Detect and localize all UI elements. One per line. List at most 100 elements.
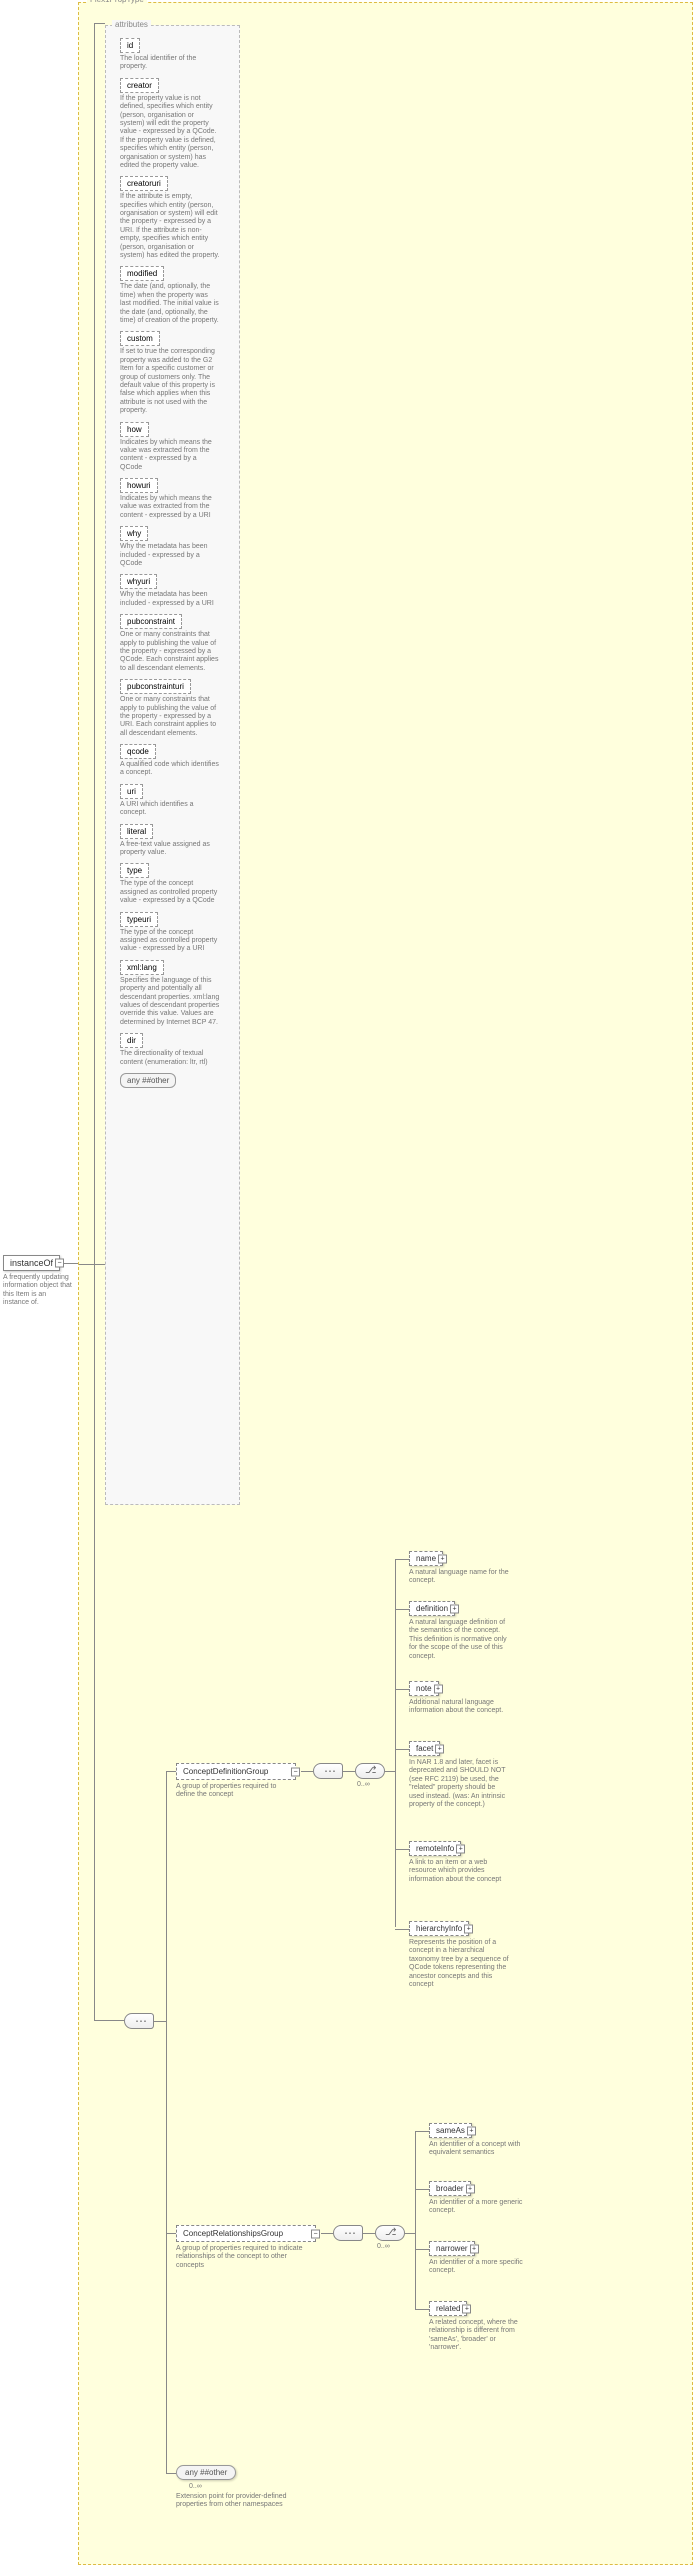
attribute-box[interactable]: dir — [120, 1033, 143, 1048]
expand-icon[interactable]: + — [462, 2304, 471, 2313]
type-container: Flex1PropType attributes idThe local ide… — [78, 2, 693, 2565]
element-description: A related concept, where the relationshi… — [429, 2319, 529, 2353]
element-description: An identifier of a more specific concept… — [429, 2259, 529, 2276]
attribute-type: type The type of the concept assigned as … — [120, 863, 231, 905]
expand-icon[interactable]: + — [456, 1844, 465, 1853]
attribute-modified: modified The date (and, optionally, the t… — [120, 266, 231, 325]
group-label: ConceptRelationshipsGroup — [183, 2229, 283, 2238]
attribute-box[interactable]: creatoruri — [120, 176, 168, 191]
attribute-literal: literal A free-text value assigned as pro… — [120, 824, 231, 858]
element-hierarchyInfo[interactable]: hierarchyInfo+ — [409, 1921, 469, 1936]
any-other-attribute[interactable]: any ##other — [120, 1073, 176, 1088]
attribute-pubconstraint: pubconstraintOne or many constraints tha… — [120, 614, 231, 673]
attribute-box[interactable]: qcode — [120, 744, 156, 759]
attribute-box[interactable]: custom — [120, 331, 160, 346]
element-description: A natural language name for the concept. — [409, 1569, 509, 1586]
group-label: ConceptDefinitionGroup — [183, 1767, 268, 1776]
attribute-box[interactable]: typeuri — [120, 912, 158, 927]
element-name[interactable]: name+ — [409, 1551, 443, 1566]
attribute-howuri: howuri Indicates by which means the value… — [120, 478, 231, 520]
attribute-xmllang: xml:lang Specifies the language of this p… — [120, 960, 231, 1027]
attribute-description: Indicates by which means the value was e… — [120, 495, 220, 520]
attribute-box[interactable]: xml:lang — [120, 960, 164, 975]
attribute-description: If the property value is not defined, sp… — [120, 95, 220, 171]
attribute-description: Specifies the language of this property … — [120, 977, 220, 1027]
attribute-pubconstrainturi: pubconstrainturi One or many constraints … — [120, 679, 231, 738]
any-other-description: Extension point for provider-defined pro… — [176, 2493, 296, 2510]
attribute-description: If set to true the corresponding propert… — [120, 348, 220, 415]
choice-symbol — [375, 2225, 405, 2241]
attribute-box[interactable]: how — [120, 422, 149, 437]
attribute-description: A free-text value assigned as property v… — [120, 841, 220, 858]
element-note[interactable]: note+ — [409, 1681, 439, 1696]
group-description: A group of properties required to define… — [176, 1783, 296, 1800]
expand-icon[interactable]: + — [435, 1744, 444, 1753]
root-element[interactable]: instanceOf − — [3, 1255, 60, 1271]
attribute-dir: dirThe directionality of textual content… — [120, 1033, 231, 1067]
attribute-typeuri: typeuriThe type of the concept assigned … — [120, 912, 231, 954]
expand-icon[interactable]: + — [450, 1604, 459, 1613]
expand-icon[interactable]: − — [55, 1259, 64, 1268]
expand-icon[interactable]: + — [466, 2184, 475, 2193]
element-sameAs[interactable]: sameAs+ — [429, 2123, 472, 2138]
attribute-box[interactable]: whyuri — [120, 574, 157, 589]
attribute-box[interactable]: creator — [120, 78, 159, 93]
attribute-box[interactable]: pubconstrainturi — [120, 679, 191, 694]
attribute-qcode: qcode A qualified code which identifies a… — [120, 744, 231, 778]
expand-icon[interactable]: − — [311, 2229, 320, 2238]
attribute-description: A URI which identifies a concept. — [120, 801, 220, 818]
element-description: In NAR 1.8 and later, facet is deprecate… — [409, 1759, 509, 1809]
attribute-description: Why the metadata has been included - exp… — [120, 591, 220, 608]
attribute-description: The type of the concept assigned as cont… — [120, 880, 220, 905]
expand-icon[interactable]: + — [470, 2244, 479, 2253]
group-concept-relationships[interactable]: ConceptRelationshipsGroup − — [176, 2225, 316, 2242]
sequence-symbol — [124, 2013, 154, 2029]
attribute-creatoruri: creatoruri If the attribute is empty, spe… — [120, 176, 231, 260]
attribute-box[interactable]: pubconstraint — [120, 614, 182, 629]
attribute-box[interactable]: literal — [120, 824, 153, 839]
element-description: A natural language definition of the sem… — [409, 1619, 509, 1661]
element-remoteInfo[interactable]: remoteInfo+ — [409, 1841, 461, 1856]
attribute-box[interactable]: modified — [120, 266, 164, 281]
attribute-whyuri: whyuri Why the metadata has been included… — [120, 574, 231, 608]
attribute-description: A qualified code which identifies a conc… — [120, 761, 220, 778]
element-description: An identifier of a more generic concept. — [429, 2199, 529, 2216]
attribute-box[interactable]: uri — [120, 784, 143, 799]
element-narrower[interactable]: narrower+ — [429, 2241, 475, 2256]
occurrence: 0..∞ — [377, 2243, 390, 2250]
element-related[interactable]: related+ — [429, 2301, 467, 2316]
attribute-creator: creator If the property value is not defi… — [120, 78, 231, 171]
expand-icon[interactable]: + — [467, 2126, 476, 2135]
element-description: Represents the position of a concept in … — [409, 1939, 509, 1989]
attributes-label: attributes — [112, 20, 151, 29]
expand-icon[interactable]: + — [438, 1554, 447, 1563]
any-other-element[interactable]: any ##other — [176, 2465, 236, 2480]
attribute-uri: uri A URI which identifies a concept. — [120, 784, 231, 818]
sequence-symbol — [313, 1763, 343, 1779]
attribute-description: If the attribute is empty, specifies whi… — [120, 193, 220, 260]
expand-icon[interactable]: − — [291, 1767, 300, 1776]
attribute-box[interactable]: id — [120, 38, 140, 53]
attribute-how: how Indicates by which means the value wa… — [120, 422, 231, 473]
attribute-box[interactable]: why — [120, 526, 148, 541]
sequence-symbol — [333, 2225, 363, 2241]
element-definition[interactable]: definition+ — [409, 1601, 455, 1616]
expand-icon[interactable]: + — [434, 1684, 443, 1693]
attribute-description: The local identifier of the property. — [120, 55, 220, 72]
attribute-box[interactable]: type — [120, 863, 149, 878]
attribute-why: whyWhy the metadata has been included - … — [120, 526, 231, 568]
attribute-custom: custom If set to true the corresponding p… — [120, 331, 231, 415]
choice-symbol — [355, 1763, 385, 1779]
group-concept-definition[interactable]: ConceptDefinitionGroup − — [176, 1763, 296, 1780]
element-facet[interactable]: facet+ — [409, 1741, 440, 1756]
root-label: instanceOf — [10, 1258, 53, 1268]
element-description: An identifier of a concept with equivale… — [429, 2141, 529, 2158]
attribute-description: The date (and, optionally, the time) whe… — [120, 283, 220, 325]
expand-icon[interactable]: + — [464, 1924, 473, 1933]
element-description: Additional natural language information … — [409, 1699, 509, 1716]
attribute-description: Indicates by which means the value was e… — [120, 439, 220, 473]
attribute-box[interactable]: howuri — [120, 478, 158, 493]
occurrence: 0..∞ — [189, 2483, 202, 2490]
element-broader[interactable]: broader+ — [429, 2181, 471, 2196]
attribute-description: One or many constraints that apply to pu… — [120, 696, 220, 738]
